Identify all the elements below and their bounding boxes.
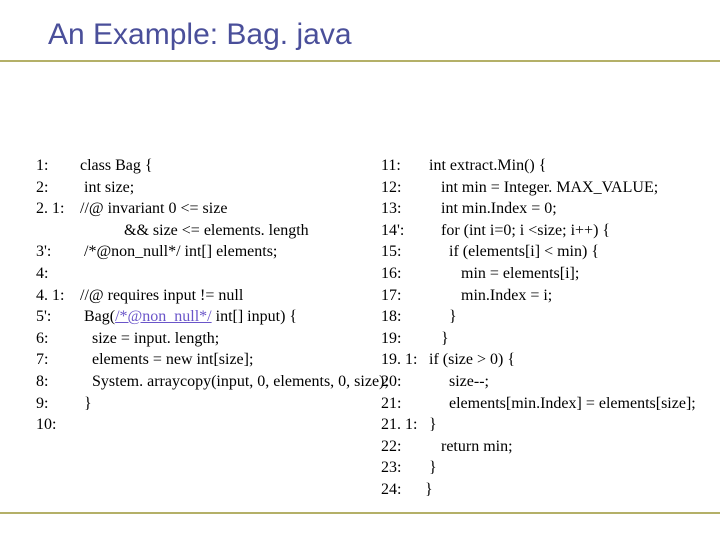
code-highlight: /*@non_null*/ (115, 308, 212, 325)
code-text: int extract.Min() { (421, 157, 546, 174)
code-text: /*@non_null*/ int[] elements; (76, 243, 277, 260)
line-number: 1: (36, 155, 76, 177)
line-number: 24: (381, 479, 421, 501)
code-line: 21. 1: } (381, 414, 710, 436)
line-number: 14': (381, 220, 421, 242)
code-text: size = input. length; (76, 330, 219, 347)
line-number: 19. 1: (381, 349, 421, 371)
line-number: 2: (36, 177, 76, 199)
line-number: 19: (381, 328, 421, 350)
page-title: An Example: Bag. java (48, 18, 702, 52)
code-text: && size <= elements. length (76, 222, 309, 239)
code-text: int min = Integer. MAX_VALUE; (421, 179, 658, 196)
code-line: 22: return min; (381, 436, 710, 458)
code-column-left: 1: class Bag {2: int size;2. 1: //@ inva… (36, 155, 365, 501)
code-line: 13: int min.Index = 0; (381, 198, 710, 220)
code-text: int min.Index = 0; (421, 200, 557, 217)
line-number: 11: (381, 155, 421, 177)
code-column-right: 11: int extract.Min() {12: int min = Int… (381, 155, 710, 501)
code-line: 7: elements = new int[size]; (36, 349, 365, 371)
code-line: 4. 1: //@ requires input != null (36, 285, 365, 307)
code-line: 9: } (36, 393, 365, 415)
code-line: 5': Bag(/*@non_null*/ int[] input) { (36, 306, 365, 328)
line-number: 5': (36, 306, 76, 328)
code-line: 10: (36, 414, 365, 436)
line-number: 13: (381, 198, 421, 220)
line-number: 6: (36, 328, 76, 350)
line-number: 21. 1: (381, 414, 421, 436)
code-text: } (421, 416, 437, 433)
code-text: } (421, 481, 433, 498)
code-line: 1: class Bag { (36, 155, 365, 177)
code-text: } (76, 395, 92, 412)
code-text: } (421, 330, 449, 347)
line-number: 17: (381, 285, 421, 307)
code-line: 2. 1: //@ invariant 0 <= size (36, 198, 365, 220)
code-line: 21: elements[min.Index] = elements[size]… (381, 393, 710, 415)
code-text: } (421, 308, 457, 325)
line-number: 15: (381, 241, 421, 263)
code-block-right: 11: int extract.Min() {12: int min = Int… (381, 155, 710, 501)
code-text: min = elements[i]; (421, 265, 579, 282)
code-text: //@ requires input != null (76, 287, 243, 304)
code-text: int[] input) { (212, 308, 297, 325)
slide-body: 1: class Bag {2: int size;2. 1: //@ inva… (36, 155, 710, 501)
code-text: } (421, 459, 437, 476)
code-line: 23: } (381, 457, 710, 479)
code-text: System. arraycopy(input, 0, elements, 0,… (76, 373, 389, 390)
code-text: return min; (421, 438, 513, 455)
code-text: size--; (421, 373, 489, 390)
code-line: 15: if (elements[i] < min) { (381, 241, 710, 263)
code-line: 16: min = elements[i]; (381, 263, 710, 285)
line-number: 3': (36, 241, 76, 263)
code-text: if (size > 0) { (421, 351, 515, 368)
line-number: 4: (36, 263, 76, 285)
code-text: elements[min.Index] = elements[size]; (421, 395, 696, 412)
code-line: 11: int extract.Min() { (381, 155, 710, 177)
code-text: min.Index = i; (421, 287, 552, 304)
code-text: //@ invariant 0 <= size (76, 200, 227, 217)
line-number: 9: (36, 393, 76, 415)
line-number: 12: (381, 177, 421, 199)
code-block-left: 1: class Bag {2: int size;2. 1: //@ inva… (36, 155, 365, 436)
code-line: 14': for (int i=0; i <size; i++) { (381, 220, 710, 242)
code-line: 18: } (381, 306, 710, 328)
code-text: for (int i=0; i <size; i++) { (421, 222, 610, 239)
code-line: 8: System. arraycopy(input, 0, elements,… (36, 371, 365, 393)
line-number: 8: (36, 371, 76, 393)
code-text: int size; (76, 179, 134, 196)
code-line: 6: size = input. length; (36, 328, 365, 350)
line-number: 7: (36, 349, 76, 371)
code-line: 24: } (381, 479, 710, 501)
line-number: 2. 1: (36, 198, 76, 220)
code-text: if (elements[i] < min) { (421, 243, 599, 260)
code-line: 19. 1: if (size > 0) { (381, 349, 710, 371)
code-line: && size <= elements. length (36, 220, 365, 242)
line-number: 10: (36, 414, 76, 436)
code-line: 3': /*@non_null*/ int[] elements; (36, 241, 365, 263)
code-line: 17: min.Index = i; (381, 285, 710, 307)
code-line: 19: } (381, 328, 710, 350)
code-line: 20: size--; (381, 371, 710, 393)
line-number: 18: (381, 306, 421, 328)
code-line: 12: int min = Integer. MAX_VALUE; (381, 177, 710, 199)
line-number: 23: (381, 457, 421, 479)
line-number: 4. 1: (36, 285, 76, 307)
slide: An Example: Bag. java 1: class Bag {2: i… (0, 0, 720, 540)
title-divider (0, 60, 720, 62)
line-number: 21: (381, 393, 421, 415)
code-text: elements = new int[size]; (76, 351, 253, 368)
code-line: 2: int size; (36, 177, 365, 199)
line-number: 16: (381, 263, 421, 285)
footer-divider (0, 512, 720, 514)
code-line: 4: (36, 263, 365, 285)
code-text: class Bag { (76, 157, 153, 174)
code-text: Bag( (76, 308, 115, 325)
line-number: 22: (381, 436, 421, 458)
line-number: 20: (381, 371, 421, 393)
